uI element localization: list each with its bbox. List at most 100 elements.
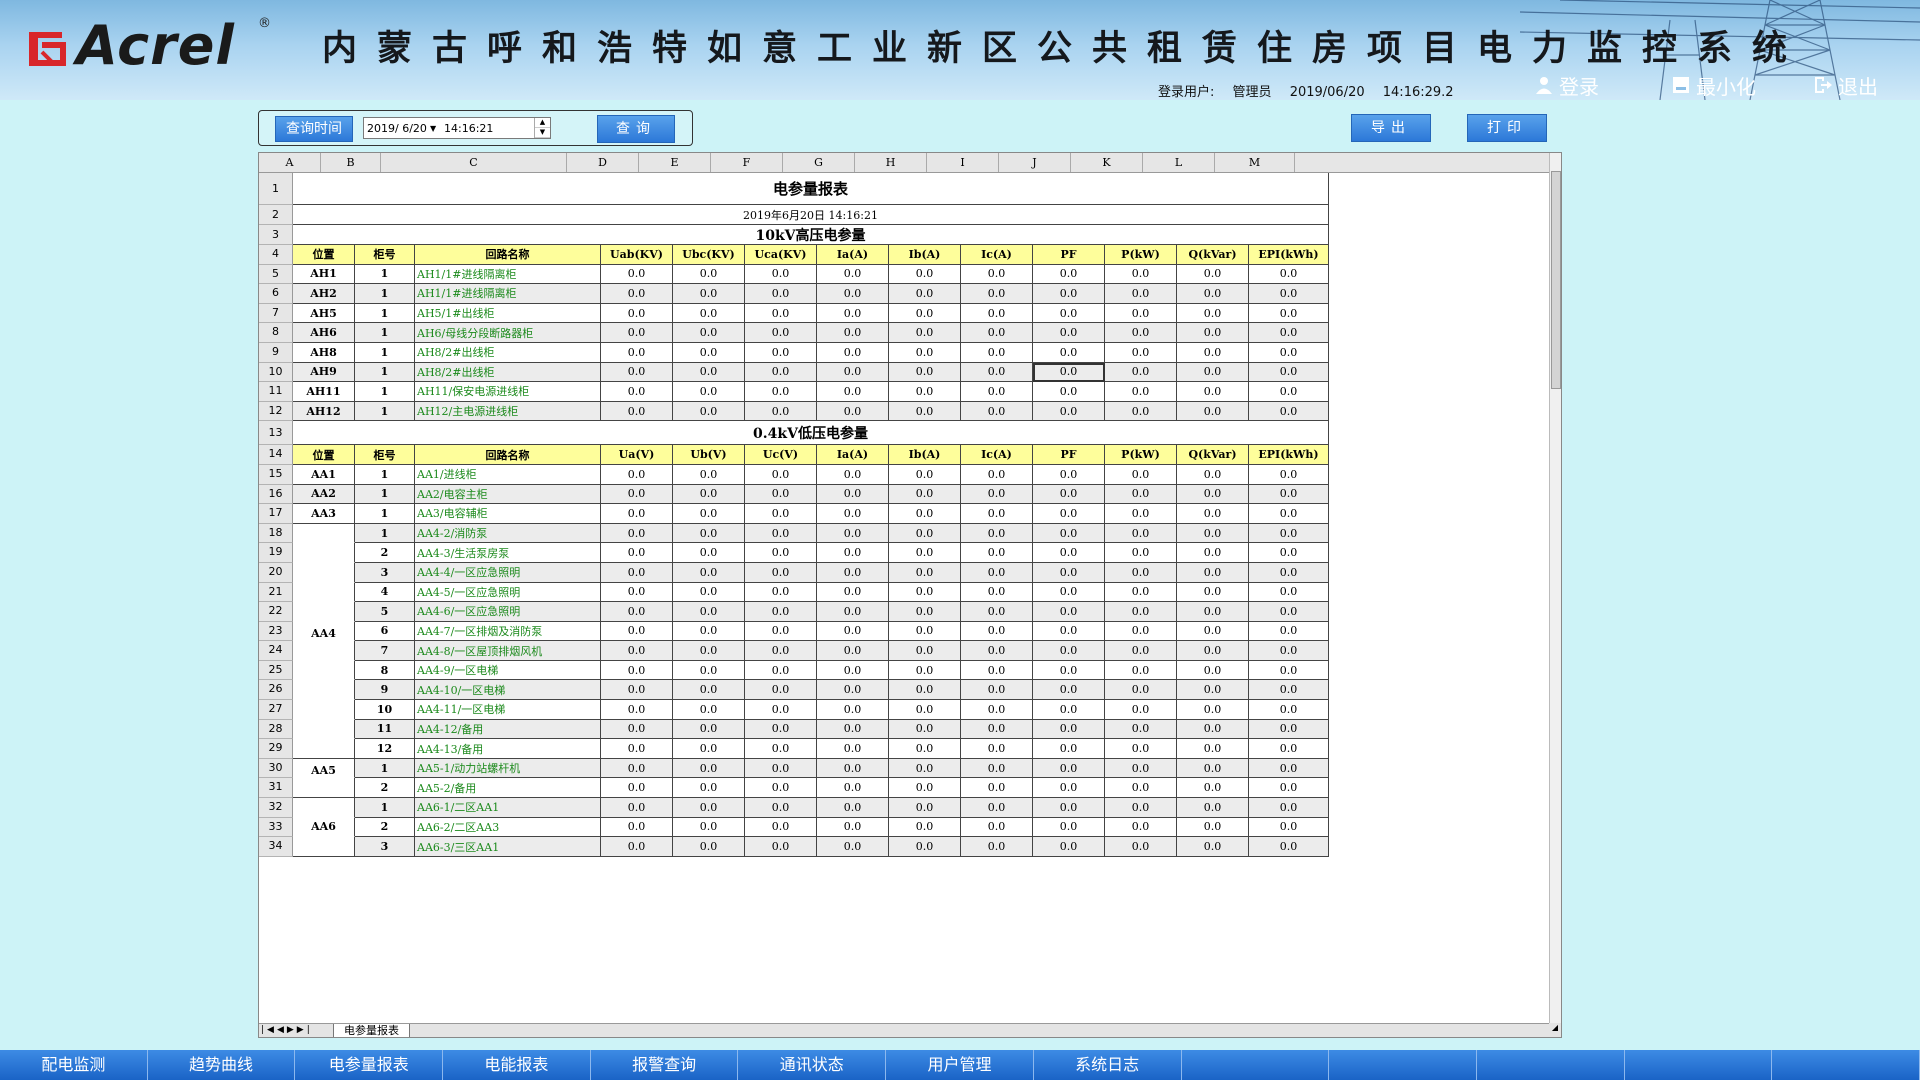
value-cell[interactable]: 0.0 xyxy=(961,401,1033,422)
value-cell[interactable]: 0.0 xyxy=(1033,342,1105,363)
value-cell[interactable]: 0.0 xyxy=(673,739,745,759)
nav-item[interactable]: 电参量报表 xyxy=(295,1050,444,1080)
value-cell[interactable]: 0.0 xyxy=(1105,621,1177,642)
value-cell[interactable]: 0.0 xyxy=(1033,739,1105,759)
value-cell[interactable]: 0.0 xyxy=(1249,621,1329,642)
value-cell[interactable]: 0.0 xyxy=(1249,837,1329,857)
value-cell[interactable]: 0.0 xyxy=(745,660,817,681)
row-header[interactable]: 9 xyxy=(259,342,293,363)
row-header[interactable]: 4 xyxy=(259,245,293,265)
value-cell[interactable]: 0.0 xyxy=(745,464,817,485)
cabinet-number[interactable]: 1 xyxy=(355,342,415,363)
value-cell[interactable]: 0.0 xyxy=(1249,484,1329,505)
value-cell[interactable]: 0.0 xyxy=(1177,562,1249,583)
value-cell[interactable]: 0.0 xyxy=(1033,680,1105,701)
value-cell[interactable]: 0.0 xyxy=(1033,303,1105,324)
row-header[interactable]: 21 xyxy=(259,582,293,603)
value-cell[interactable]: 0.0 xyxy=(961,758,1033,779)
column-title[interactable]: 位置 xyxy=(293,245,355,265)
value-cell[interactable]: 0.0 xyxy=(1249,778,1329,799)
circuit-name[interactable]: AA5-1/动力站螺杆机 xyxy=(415,758,601,779)
value-cell[interactable]: 0.0 xyxy=(745,504,817,524)
value-cell[interactable]: 0.0 xyxy=(817,719,889,740)
value-cell[interactable]: 0.0 xyxy=(1033,264,1105,285)
circuit-name[interactable]: AA5-2/备用 xyxy=(415,778,601,799)
value-cell[interactable]: 0.0 xyxy=(817,817,889,838)
value-cell[interactable]: 0.0 xyxy=(1105,641,1177,661)
value-cell[interactable]: 0.0 xyxy=(817,739,889,759)
table-row[interactable]: 1 AA4-2/消防泵 0.0 0.0 0.0 0.0 0.0 0.0 0.0 0.0 0.0 0.0 xyxy=(293,523,1549,544)
value-cell[interactable]: 0.0 xyxy=(745,543,817,563)
table-row[interactable]: AH12 1 AH12/主电源进线柜 0.0 0.0 0.0 0.0 0.0 0.0 0.0 0.0… xyxy=(293,401,1549,422)
print-button[interactable]: 打印 xyxy=(1467,114,1547,142)
value-cell[interactable]: 0.0 xyxy=(961,303,1033,324)
cabinet-number[interactable]: 1 xyxy=(355,798,415,818)
position-cell[interactable] xyxy=(293,778,355,799)
column-header[interactable]: F xyxy=(711,153,783,172)
value-cell[interactable]: 0.0 xyxy=(1249,660,1329,681)
value-cell[interactable]: 0.0 xyxy=(961,621,1033,642)
sheet-nav-arrows[interactable]: |◀◀▶▶| xyxy=(261,1025,313,1035)
circuit-name[interactable]: AA4-11/一区电梯 xyxy=(415,700,601,720)
value-cell[interactable]: 0.0 xyxy=(1249,342,1329,363)
value-cell[interactable]: 0.0 xyxy=(745,284,817,304)
value-cell[interactable]: 0.0 xyxy=(961,523,1033,544)
value-cell[interactable]: 0.0 xyxy=(673,680,745,701)
value-cell[interactable]: 0.0 xyxy=(1105,798,1177,818)
value-cell[interactable]: 0.0 xyxy=(745,264,817,285)
row-header[interactable]: 22 xyxy=(259,602,293,622)
value-cell[interactable]: 0.0 xyxy=(601,543,673,563)
report-time[interactable]: 2019年6月20日 14:16:21 xyxy=(293,205,1329,225)
value-cell[interactable]: 0.0 xyxy=(1177,680,1249,701)
value-cell[interactable]: 0.0 xyxy=(1249,700,1329,720)
cabinet-number[interactable]: 2 xyxy=(355,778,415,799)
value-cell[interactable]: 0.0 xyxy=(673,264,745,285)
circuit-name[interactable]: AH1/1#进线隔离柜 xyxy=(415,264,601,285)
row-header[interactable]: 8 xyxy=(259,323,293,343)
circuit-name[interactable]: AA6-3/三区AA1 xyxy=(415,837,601,857)
nav-item[interactable]: 电能报表 xyxy=(443,1050,591,1080)
row-header[interactable]: 26 xyxy=(259,680,293,701)
value-cell[interactable]: 0.0 xyxy=(1249,602,1329,622)
column-header[interactable]: K xyxy=(1071,153,1143,172)
value-cell[interactable]: 0.0 xyxy=(1033,362,1105,383)
nav-item[interactable]: 用户管理 xyxy=(886,1050,1034,1080)
row-header[interactable]: 24 xyxy=(259,641,293,661)
column-title[interactable]: 柜号 xyxy=(355,245,415,265)
row-header[interactable]: 17 xyxy=(259,504,293,524)
value-cell[interactable]: 0.0 xyxy=(961,562,1033,583)
row-header[interactable]: 12 xyxy=(259,401,293,422)
column-title[interactable]: 柜号 xyxy=(355,445,415,465)
value-cell[interactable]: 0.0 xyxy=(673,837,745,857)
row-header[interactable]: 27 xyxy=(259,700,293,720)
value-cell[interactable]: 0.0 xyxy=(601,484,673,505)
position-cell[interactable]: AH2 xyxy=(293,284,355,304)
time-spinner[interactable]: ▲ ▼ xyxy=(534,118,550,138)
value-cell[interactable]: 0.0 xyxy=(961,660,1033,681)
value-cell[interactable]: 0.0 xyxy=(889,621,961,642)
value-cell[interactable]: 0.0 xyxy=(601,504,673,524)
table-row[interactable]: AH6 1 AH6/母线分段断路器柜 0.0 0.0 0.0 0.0 0.0 0.0 0.0 0.0… xyxy=(293,323,1549,343)
cabinet-number[interactable]: 1 xyxy=(355,523,415,544)
position-cell[interactable]: AH9 xyxy=(293,362,355,383)
value-cell[interactable]: 0.0 xyxy=(601,602,673,622)
value-cell[interactable]: 0.0 xyxy=(889,778,961,799)
value-cell[interactable]: 0.0 xyxy=(673,342,745,363)
cabinet-number[interactable]: 1 xyxy=(355,401,415,422)
value-cell[interactable]: 0.0 xyxy=(1249,504,1329,524)
table-row[interactable]: 电参量报表 xyxy=(293,173,1549,205)
value-cell[interactable]: 0.0 xyxy=(745,837,817,857)
value-cell[interactable]: 0.0 xyxy=(601,719,673,740)
nav-item[interactable] xyxy=(1182,1050,1330,1080)
value-cell[interactable]: 0.0 xyxy=(673,543,745,563)
value-cell[interactable]: 0.0 xyxy=(817,504,889,524)
value-cell[interactable]: 0.0 xyxy=(745,523,817,544)
position-cell[interactable]: AH1 xyxy=(293,264,355,285)
spin-down-icon[interactable]: ▼ xyxy=(535,128,550,138)
circuit-name[interactable]: AH12/主电源进线柜 xyxy=(415,401,601,422)
column-title[interactable]: 位置 xyxy=(293,445,355,465)
row-header[interactable]: 23 xyxy=(259,621,293,642)
column-title[interactable]: Ubc(KV) xyxy=(673,245,745,265)
value-cell[interactable]: 0.0 xyxy=(673,778,745,799)
table-row[interactable]: 4 AA4-5/一区应急照明 0.0 0.0 0.0 0.0 0.0 0.0 0.0 0.0 0.0… xyxy=(293,582,1549,603)
